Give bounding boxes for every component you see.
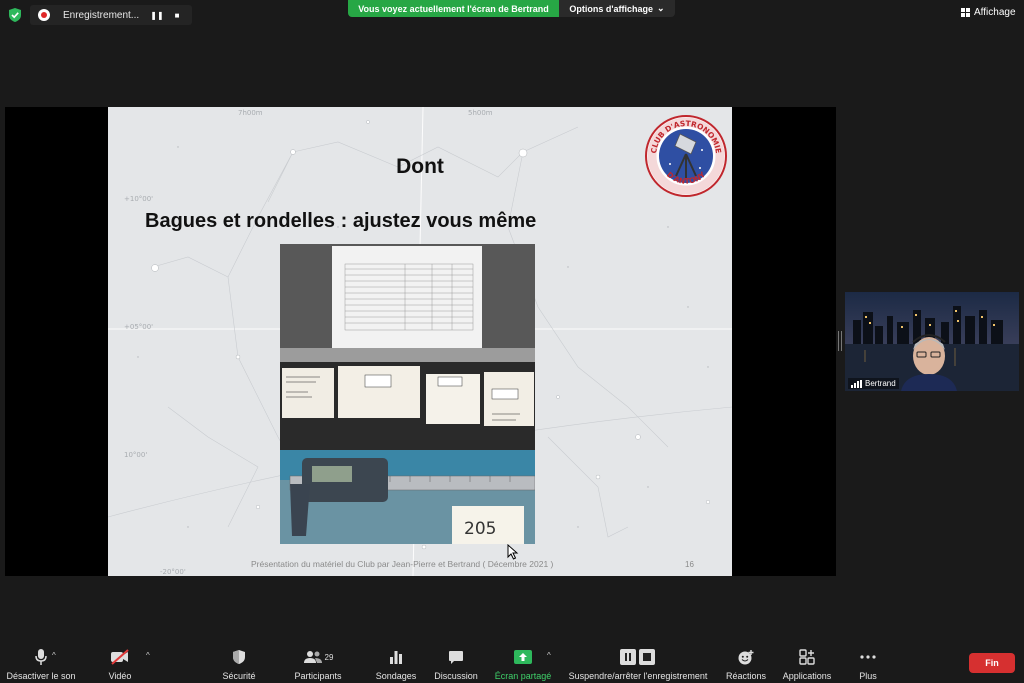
polls-button[interactable]: Sondages [372, 636, 420, 683]
smiley-plus-icon [737, 646, 755, 668]
share-screen-icon [514, 646, 532, 668]
presentation-slide: +10°00' +05°00' 10°00' -20°00' 7h00m 5h0… [108, 107, 732, 576]
recording-indicator: Enregistrement... ❚❚ ■ [30, 5, 192, 25]
participants-label: Participants [294, 671, 342, 681]
stop-recording-button[interactable]: ■ [169, 8, 185, 22]
slide-subtitle: Bagues et rondelles : ajustez vous même [145, 210, 537, 232]
participant-name-tag: Bertrand [848, 378, 899, 389]
view-toggle-button[interactable]: Affichage [961, 5, 1016, 19]
participant-video-tile[interactable]: Bertrand [845, 292, 1019, 391]
recording-control-button[interactable]: Suspendre/arrêter l'enregistrement [566, 636, 710, 683]
screen-share-banner: Vous voyez actuellement l'écran de Bertr… [348, 0, 559, 17]
video-button[interactable]: Vidéo [100, 636, 140, 683]
mute-label: Désactiver le son [6, 671, 76, 681]
participants-button[interactable]: 29 Participants [288, 636, 348, 683]
chat-bubble-icon [448, 646, 464, 668]
apps-label: Applications [782, 671, 832, 681]
audio-level-icon [851, 379, 862, 388]
reactions-label: Réactions [725, 671, 767, 681]
more-label: Plus [859, 671, 877, 681]
reactions-button[interactable]: Réactions [724, 636, 768, 683]
mute-button[interactable]: Désactiver le son [5, 636, 77, 683]
end-meeting-button[interactable]: Fin [969, 653, 1015, 673]
svg-text:5h00m: 5h00m [468, 109, 493, 117]
grid-view-icon [961, 7, 970, 17]
apps-icon [799, 646, 815, 668]
participant-video-frame [845, 292, 1019, 391]
share-screen-label: Écran partagé [494, 671, 552, 681]
security-shield-icon[interactable] [8, 7, 22, 23]
svg-text:10°00': 10°00' [124, 451, 147, 459]
meeting-toolbar: Désactiver le son ^ Vidéo ^ Sécurité 29 … [0, 636, 1024, 683]
video-options-caret[interactable]: ^ [146, 651, 150, 660]
panel-resize-handle[interactable] [838, 331, 842, 351]
view-options-label: Options d'affichage [569, 3, 654, 14]
video-label: Vidéo [108, 671, 132, 681]
more-dots-icon [860, 646, 876, 668]
security-label: Sécurité [222, 671, 256, 681]
pause-stop-icon [620, 646, 656, 668]
view-toggle-label: Affichage [974, 6, 1016, 18]
participant-name: Bertrand [865, 379, 896, 388]
svg-text:-20°00': -20°00' [160, 568, 186, 576]
slide-photo: 205 [280, 244, 535, 544]
shared-screen: +10°00' +05°00' 10°00' -20°00' 7h00m 5h0… [5, 107, 836, 576]
more-button[interactable]: Plus [852, 636, 884, 683]
microphone-icon [34, 646, 48, 668]
participants-icon [303, 651, 322, 663]
video-off-icon [110, 646, 130, 668]
slide-footer: Présentation du matériel du Club par Jea… [251, 559, 554, 569]
slide-title: Dont [396, 155, 444, 178]
bar-chart-icon [389, 646, 403, 668]
apps-button[interactable]: Applications [779, 636, 835, 683]
view-options-dropdown[interactable]: Options d'affichage ⌄ [559, 0, 675, 17]
slide-page-number: 16 [685, 560, 694, 569]
recording-dot-icon [38, 9, 50, 21]
shield-icon [232, 646, 246, 668]
chat-button[interactable]: Discussion [432, 636, 480, 683]
rings-box-photo: 205 [280, 244, 535, 544]
share-screen-button[interactable]: Écran partagé [492, 636, 554, 683]
svg-text:7h00m: 7h00m [238, 109, 263, 117]
share-options-caret[interactable]: ^ [547, 651, 551, 660]
club-astronomie-logo: CLUB D'ASTRONOMIE D'ANTONY [645, 115, 727, 197]
chevron-down-icon: ⌄ [657, 3, 665, 13]
recording-control-label: Suspendre/arrêter l'enregistrement [568, 671, 708, 681]
recording-label: Enregistrement... [63, 9, 140, 21]
photo-tag-label: 205 [464, 519, 496, 539]
pause-recording-button[interactable]: ❚❚ [149, 8, 165, 22]
svg-text:+05°00': +05°00' [124, 323, 153, 331]
svg-text:+10°00': +10°00' [124, 195, 153, 203]
chat-label: Discussion [434, 671, 478, 681]
mouse-cursor-icon [507, 544, 519, 560]
security-button[interactable]: Sécurité [216, 636, 262, 683]
participants-count: 29 [324, 652, 334, 662]
audio-options-caret[interactable]: ^ [52, 651, 56, 660]
participants-icon-group: 29 [303, 646, 334, 668]
polls-label: Sondages [375, 671, 417, 681]
